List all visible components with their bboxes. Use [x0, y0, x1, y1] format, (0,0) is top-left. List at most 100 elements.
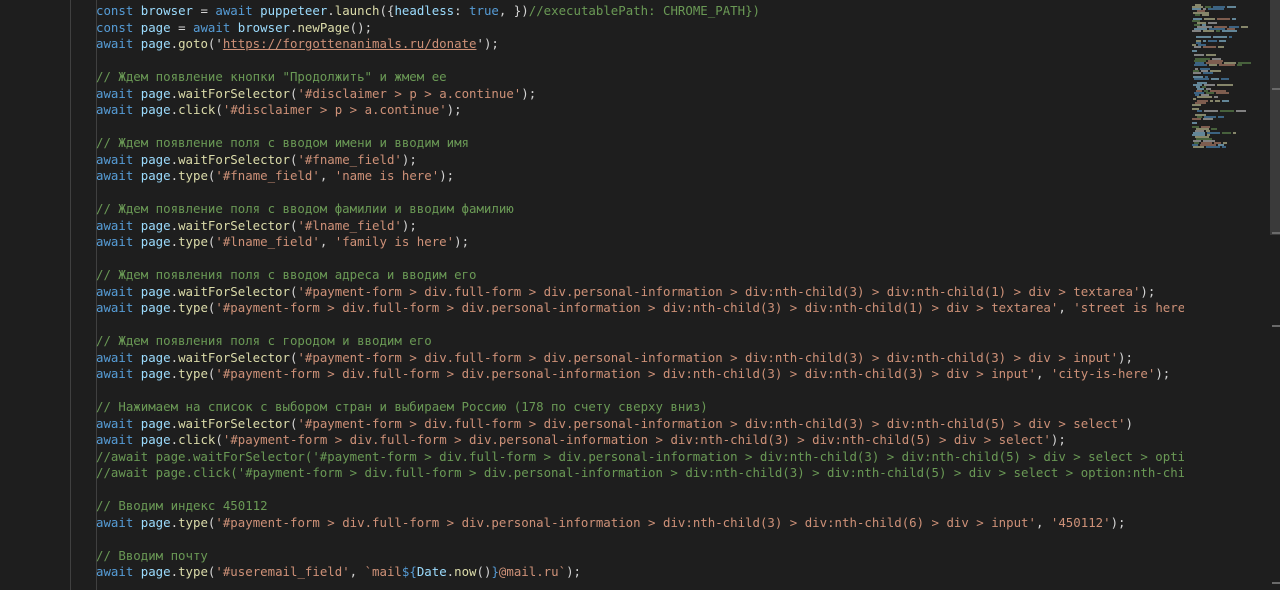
code-token: ,	[319, 168, 335, 183]
code-line[interactable]: 49await page.waitForSelector('#payment-f…	[44, 350, 1184, 367]
code-line[interactable]: 48// Ждем появления поля с городом и вво…	[44, 333, 1184, 350]
code-text: const page = await browser.newPage();	[96, 20, 372, 37]
code-line[interactable]: 59await page.type('#payment-form > div.f…	[44, 515, 1184, 532]
code-line[interactable]: 34await page.click('#disclaimer > p > a.…	[44, 102, 1184, 119]
code-text: await page.type('#payment-form > div.ful…	[96, 366, 1170, 383]
code-line[interactable]: 45await page.waitForSelector('#payment-f…	[44, 284, 1184, 301]
code-line[interactable]: 36// Ждем появление поля с вводом имени …	[44, 135, 1184, 152]
code-token: );	[1110, 514, 1126, 530]
code-line[interactable]: 53await page.waitForSelector('#payment-f…	[44, 416, 1184, 433]
code-line[interactable]: 62await page.type('#useremail_field', `m…	[44, 564, 1184, 581]
line-number-gutter	[0, 0, 44, 590]
minimap[interactable]	[1184, 0, 1270, 590]
code-token: // Вводим индекс 450112	[96, 498, 268, 513]
code-token: );	[401, 217, 417, 233]
minimap-line	[1192, 118, 1201, 120]
code-token: `mail	[364, 564, 402, 579]
code-line[interactable]: 43	[44, 251, 1184, 268]
code-text: //await page.click('#payment-form > div.…	[96, 465, 1184, 482]
code-token: .	[170, 217, 179, 233]
code-line[interactable]: 41await page.waitForSelector('#lname_fie…	[44, 218, 1184, 235]
minimap-line	[1237, 64, 1242, 66]
code-token: );	[521, 85, 537, 101]
code-line[interactable]: 33await page.waitForSelector('#disclaime…	[44, 86, 1184, 103]
minimap-line	[1203, 30, 1214, 32]
code-token: '#disclaimer > p > a.continue'	[297, 85, 522, 101]
code-token: page	[140, 415, 171, 431]
code-line[interactable]: 55//await page.waitForSelector('#payment…	[44, 449, 1184, 466]
code-line[interactable]: 51	[44, 383, 1184, 400]
code-token: ({	[379, 3, 395, 18]
code-token: 'street is here'	[1073, 300, 1184, 315]
code-line[interactable]: 31	[44, 53, 1184, 70]
code-line[interactable]: 61// Вводим почту	[44, 548, 1184, 565]
code-area[interactable]: 28const browser = await puppeteer.launch…	[44, 0, 1184, 590]
code-line[interactable]: 60	[44, 531, 1184, 548]
code-line[interactable]: 35	[44, 119, 1184, 136]
minimap-line	[1208, 40, 1217, 42]
code-token: 'name is here'	[334, 168, 440, 183]
code-line[interactable]: 29const page = await browser.newPage();	[44, 20, 1184, 37]
minimap-line	[1211, 78, 1219, 80]
vertical-scrollbar[interactable]	[1270, 0, 1280, 590]
code-token: .	[170, 514, 179, 530]
code-line[interactable]: 44// Ждем появления поля с вводом адреса…	[44, 267, 1184, 284]
code-text: await page.waitForSelector('#lname_field…	[96, 218, 417, 235]
code-token: now	[454, 564, 477, 579]
code-token: );	[454, 234, 470, 249]
code-token: );	[1140, 283, 1156, 299]
code-token: await	[96, 300, 141, 315]
minimap-line	[1213, 36, 1227, 38]
code-text: //await page.waitForSelector('#payment-f…	[96, 449, 1184, 466]
code-line[interactable]: 40// Ждем появление поля с вводом фамили…	[44, 201, 1184, 218]
code-editor[interactable]: 28const browser = await puppeteer.launch…	[0, 0, 1280, 590]
code-line[interactable]: 58// Вводим индекс 450112	[44, 498, 1184, 515]
code-line[interactable]: 52// Нажимаем на список с выбором стран …	[44, 399, 1184, 416]
code-text: // Вводим индекс 450112	[96, 498, 268, 515]
code-line[interactable]: 39	[44, 185, 1184, 202]
minimap-line	[1203, 118, 1213, 120]
code-line[interactable]: 32// Ждем появление кнопки "Продолжить" …	[44, 69, 1184, 86]
minimap-line	[1195, 14, 1200, 16]
code-token: ,	[319, 234, 335, 249]
code-token: );	[1155, 366, 1171, 381]
code-token: type	[178, 564, 208, 579]
code-token: page	[140, 432, 171, 447]
code-line[interactable]: 42await page.type('#lname_field', 'famil…	[44, 234, 1184, 251]
minimap-line	[1216, 30, 1220, 32]
code-token: page	[140, 85, 171, 101]
code-token: //executablePath: CHROME_PATH})	[528, 3, 760, 18]
minimap-line	[1217, 84, 1233, 86]
code-token: // Нажимаем на список с выбором стран и …	[96, 399, 708, 414]
code-token: )	[1125, 415, 1133, 431]
code-line[interactable]: 50await page.type('#payment-form > div.f…	[44, 366, 1184, 383]
code-text: await page.type('#lname_field', 'family …	[96, 234, 469, 251]
minimap-line	[1217, 18, 1230, 20]
code-line[interactable]: 57	[44, 482, 1184, 499]
code-token: page	[140, 283, 171, 299]
minimap-line	[1194, 78, 1209, 80]
code-token: page	[140, 217, 171, 233]
minimap-line	[1206, 146, 1220, 148]
scrollbar-thumb[interactable]	[1270, 0, 1280, 235]
code-token: await	[96, 415, 141, 431]
code-token: //await page.waitForSelector('#payment-f…	[96, 448, 1184, 464]
minimap-line	[1204, 18, 1215, 20]
code-line[interactable]: 46await page.type('#payment-form > div.f…	[44, 300, 1184, 317]
code-line[interactable]: 30await page.goto('https://forgottenanim…	[44, 36, 1184, 53]
minimap-line	[1222, 146, 1226, 148]
code-line[interactable]: 56//await page.click('#payment-form > di…	[44, 465, 1184, 482]
code-token: browser	[140, 3, 193, 18]
minimap-line	[1218, 46, 1224, 48]
code-line[interactable]: 47	[44, 317, 1184, 334]
code-line[interactable]: 28const browser = await puppeteer.launch…	[44, 3, 1184, 20]
code-token: '#payment-form > div.full-form > div.per…	[215, 300, 1059, 315]
minimap-line	[1192, 50, 1197, 52]
code-token: await	[215, 3, 261, 18]
code-token: .	[170, 234, 179, 249]
minimap-line	[1232, 18, 1236, 20]
code-token: .	[170, 432, 179, 447]
code-line[interactable]: 37await page.waitForSelector('#fname_fie…	[44, 152, 1184, 169]
code-line[interactable]: 54await page.click('#payment-form > div.…	[44, 432, 1184, 449]
code-line[interactable]: 38await page.type('#fname_field', 'name …	[44, 168, 1184, 185]
